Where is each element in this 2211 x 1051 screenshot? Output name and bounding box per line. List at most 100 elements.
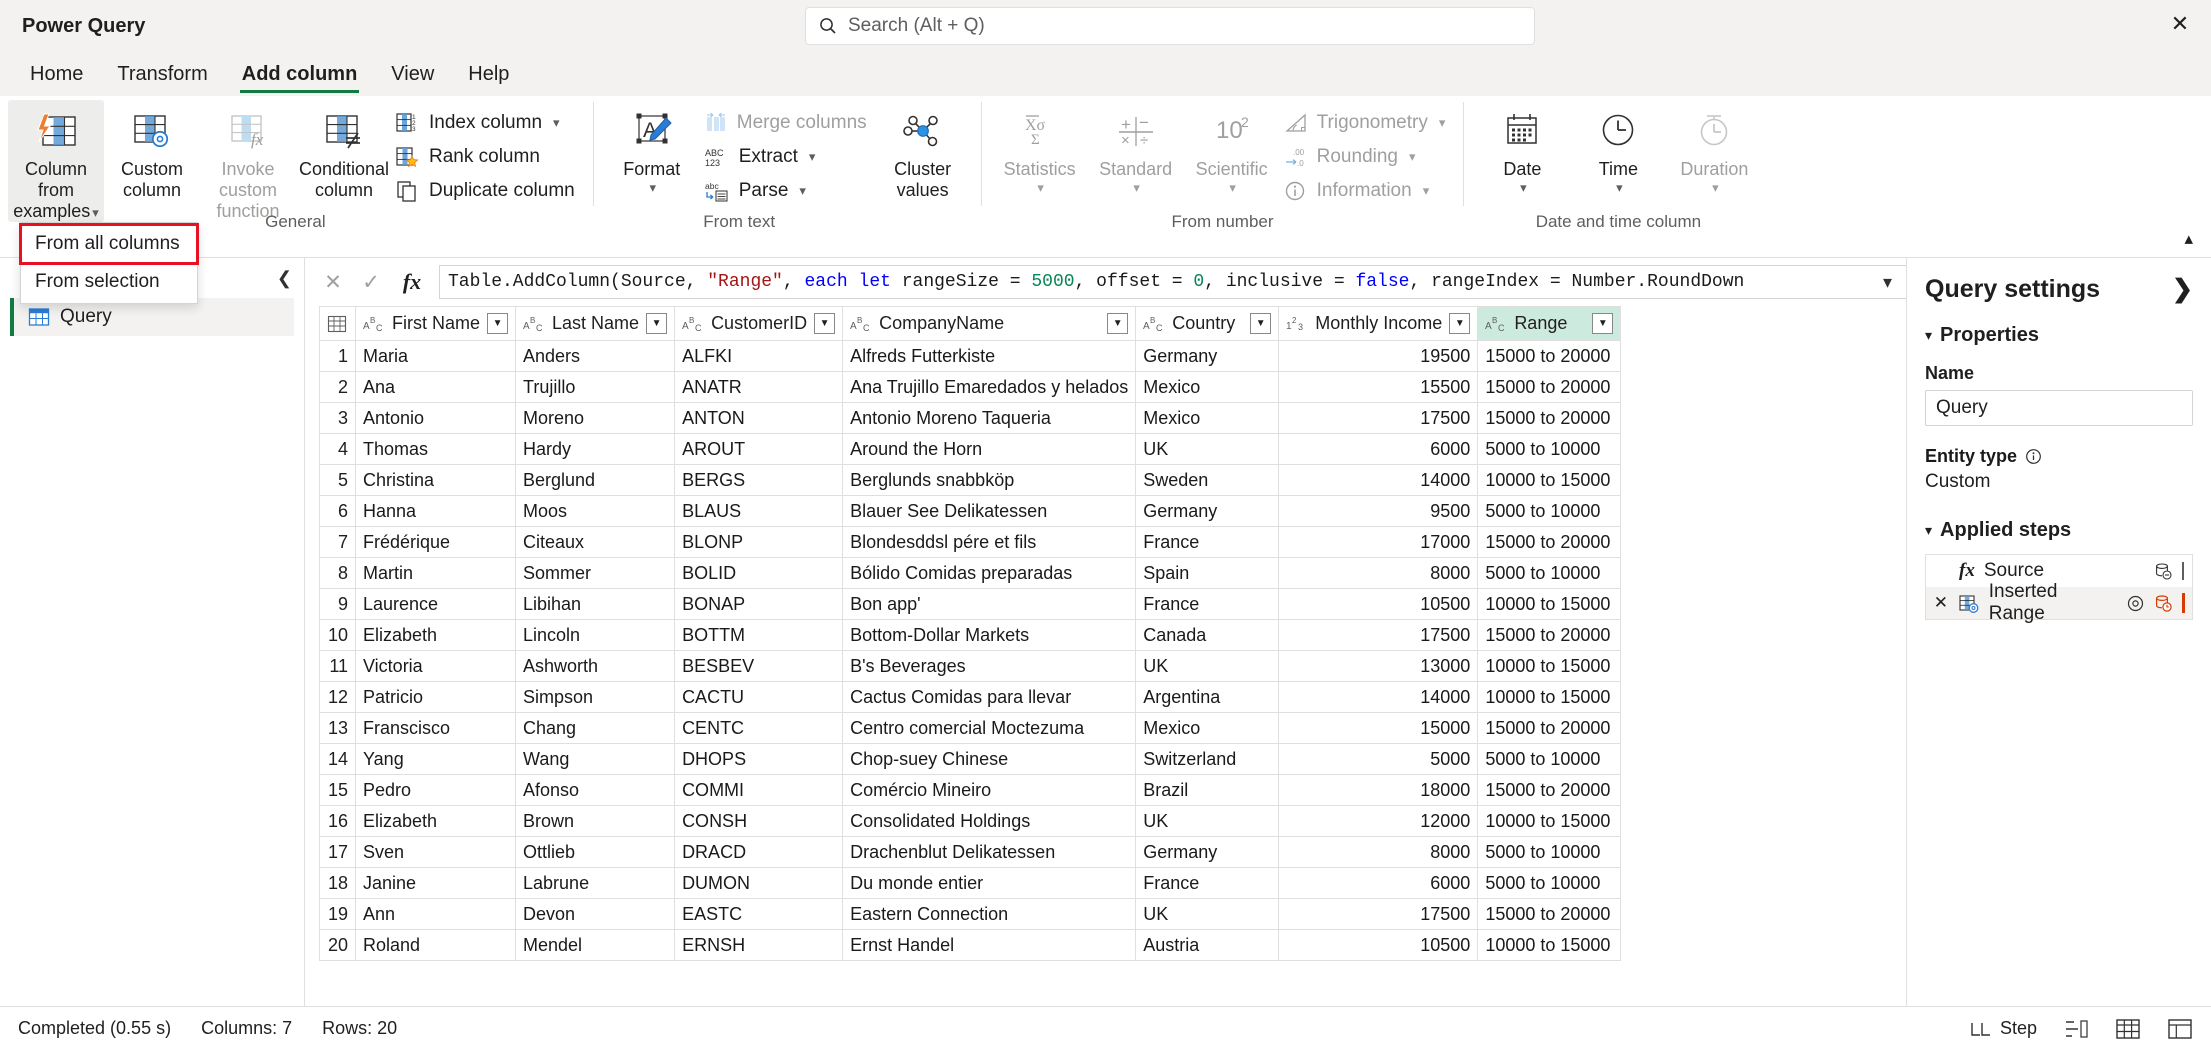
cell-customerid[interactable]: BOTTM	[675, 620, 843, 651]
cell-companyname[interactable]: Blauer See Delikatessen	[843, 496, 1136, 527]
column-header-last-name[interactable]: ABCLast Name▼	[516, 307, 675, 341]
table-row[interactable]: 9LaurenceLibihanBONAPBon app'France10500…	[320, 589, 1621, 620]
chevron-down-icon[interactable]: ▾	[649, 180, 656, 195]
cell-first-name[interactable]: Roland	[356, 930, 516, 961]
column-header-range[interactable]: ABCRange▼	[1478, 307, 1621, 341]
cell-customerid[interactable]: CACTU	[675, 682, 843, 713]
table-row[interactable]: 2AnaTrujilloANATRAna Trujillo Emaredados…	[320, 372, 1621, 403]
cell-country[interactable]: UK	[1136, 806, 1279, 837]
close-icon[interactable]: ✕	[2149, 0, 2211, 48]
cell-last-name[interactable]: Labrune	[516, 868, 675, 899]
table-row[interactable]: 13FransciscoChangCENTCCentro comercial M…	[320, 713, 1621, 744]
cell-customerid[interactable]: BOLID	[675, 558, 843, 589]
cell-country[interactable]: France	[1136, 589, 1279, 620]
cell-companyname[interactable]: Bottom-Dollar Markets	[843, 620, 1136, 651]
time-button[interactable]: Time ▾	[1570, 100, 1666, 212]
column-filter-button[interactable]: ▼	[1250, 313, 1271, 334]
extract-button[interactable]: ABC 123 Extract ▾	[700, 140, 875, 174]
cell-customerid[interactable]: BLAUS	[675, 496, 843, 527]
cell-first-name[interactable]: Christina	[356, 465, 516, 496]
cell-country[interactable]: Canada	[1136, 620, 1279, 651]
cell-first-name[interactable]: Sven	[356, 837, 516, 868]
column-from-examples-button[interactable]: Column from examples▾	[8, 100, 104, 222]
cell-customerid[interactable]: ERNSH	[675, 930, 843, 961]
cell-range[interactable]: 10000 to 15000	[1478, 589, 1621, 620]
cell-customerid[interactable]: AROUT	[675, 434, 843, 465]
cell-customerid[interactable]: COMMI	[675, 775, 843, 806]
cell-monthly-income[interactable]: 5000	[1279, 744, 1478, 775]
table-row[interactable]: 14YangWangDHOPSChop-suey ChineseSwitzerl…	[320, 744, 1621, 775]
cell-range[interactable]: 10000 to 15000	[1478, 682, 1621, 713]
cell-first-name[interactable]: Pedro	[356, 775, 516, 806]
cell-country[interactable]: Sweden	[1136, 465, 1279, 496]
table-row[interactable]: 5ChristinaBerglundBERGSBerglunds snabbkö…	[320, 465, 1621, 496]
cell-range[interactable]: 15000 to 20000	[1478, 527, 1621, 558]
column-header-companyname[interactable]: ABCCompanyName▼	[843, 307, 1136, 341]
cell-last-name[interactable]: Chang	[516, 713, 675, 744]
cell-monthly-income[interactable]: 15000	[1279, 713, 1478, 744]
cell-first-name[interactable]: Ana	[356, 372, 516, 403]
cell-range[interactable]: 15000 to 20000	[1478, 372, 1621, 403]
cell-range[interactable]: 15000 to 20000	[1478, 775, 1621, 806]
custom-column-button[interactable]: Custom column	[104, 100, 200, 212]
cell-companyname[interactable]: Du monde entier	[843, 868, 1136, 899]
cell-monthly-income[interactable]: 12000	[1279, 806, 1478, 837]
cell-range[interactable]: 10000 to 15000	[1478, 651, 1621, 682]
cell-customerid[interactable]: DUMON	[675, 868, 843, 899]
cell-last-name[interactable]: Ottlieb	[516, 837, 675, 868]
cell-first-name[interactable]: Janine	[356, 868, 516, 899]
cell-last-name[interactable]: Afonso	[516, 775, 675, 806]
cell-last-name[interactable]: Lincoln	[516, 620, 675, 651]
column-header-monthly-income[interactable]: 123Monthly Income▼	[1279, 307, 1478, 341]
cell-range[interactable]: 5000 to 10000	[1478, 744, 1621, 775]
cell-range[interactable]: 15000 to 20000	[1478, 403, 1621, 434]
cell-range[interactable]: 10000 to 15000	[1478, 465, 1621, 496]
table-row[interactable]: 8MartinSommerBOLIDBólido Comidas prepara…	[320, 558, 1621, 589]
grid-view-icon[interactable]	[2115, 1018, 2141, 1040]
cell-country[interactable]: Mexico	[1136, 403, 1279, 434]
cell-range[interactable]: 5000 to 10000	[1478, 434, 1621, 465]
chevron-left-icon[interactable]: ❮	[277, 268, 292, 289]
gear-icon[interactable]	[2126, 594, 2145, 613]
cell-monthly-income[interactable]: 9500	[1279, 496, 1478, 527]
cell-country[interactable]: France	[1136, 527, 1279, 558]
cell-monthly-income[interactable]: 6000	[1279, 868, 1478, 899]
menu-item-from-selection[interactable]: From selection	[21, 263, 197, 301]
table-row[interactable]: 12PatricioSimpsonCACTUCactus Comidas par…	[320, 682, 1621, 713]
table-row[interactable]: 4ThomasHardyAROUTAround the HornUK600050…	[320, 434, 1621, 465]
table-row[interactable]: 15PedroAfonsoCOMMIComércio MineiroBrazil…	[320, 775, 1621, 806]
cell-companyname[interactable]: Antonio Moreno Taqueria	[843, 403, 1136, 434]
applied-step-inserted-range[interactable]: ✕ Inserted Range	[1926, 587, 2192, 619]
query-name-input[interactable]: Query	[1925, 390, 2193, 426]
cell-country[interactable]: Argentina	[1136, 682, 1279, 713]
search-input[interactable]: Search (Alt + Q)	[805, 7, 1535, 45]
column-filter-button[interactable]: ▼	[487, 313, 508, 334]
cell-first-name[interactable]: Elizabeth	[356, 806, 516, 837]
applied-steps-section-header[interactable]: ▾ Applied steps	[1925, 519, 2193, 542]
cell-companyname[interactable]: B's Beverages	[843, 651, 1136, 682]
chevron-down-icon[interactable]: ▾	[809, 149, 816, 165]
table-row[interactable]: 7FrédériqueCiteauxBLONPBlondesddsl pére …	[320, 527, 1621, 558]
table-row[interactable]: 20RolandMendelERNSHErnst HandelAustria10…	[320, 930, 1621, 961]
column-filter-button[interactable]: ▼	[646, 313, 667, 334]
cell-companyname[interactable]: Alfreds Futterkiste	[843, 341, 1136, 372]
cell-customerid[interactable]: BLONP	[675, 527, 843, 558]
cell-customerid[interactable]: DRACD	[675, 837, 843, 868]
cell-monthly-income[interactable]: 17500	[1279, 403, 1478, 434]
formula-cancel-icon[interactable]: ✕	[319, 270, 347, 295]
chevron-down-icon[interactable]: ▾	[1520, 180, 1527, 195]
cell-first-name[interactable]: Victoria	[356, 651, 516, 682]
cell-country[interactable]: Brazil	[1136, 775, 1279, 806]
cell-country[interactable]: Germany	[1136, 341, 1279, 372]
table-row[interactable]: 3AntonioMorenoANTONAntonio Moreno Taquer…	[320, 403, 1621, 434]
cell-monthly-income[interactable]: 14000	[1279, 682, 1478, 713]
cell-last-name[interactable]: Berglund	[516, 465, 675, 496]
cell-companyname[interactable]: Eastern Connection	[843, 899, 1136, 930]
schema-view-icon[interactable]	[2167, 1018, 2193, 1040]
cell-companyname[interactable]: Comércio Mineiro	[843, 775, 1136, 806]
cell-first-name[interactable]: Hanna	[356, 496, 516, 527]
cell-first-name[interactable]: Maria	[356, 341, 516, 372]
cell-monthly-income[interactable]: 10500	[1279, 930, 1478, 961]
cell-last-name[interactable]: Hardy	[516, 434, 675, 465]
cell-companyname[interactable]: Berglunds snabbköp	[843, 465, 1136, 496]
